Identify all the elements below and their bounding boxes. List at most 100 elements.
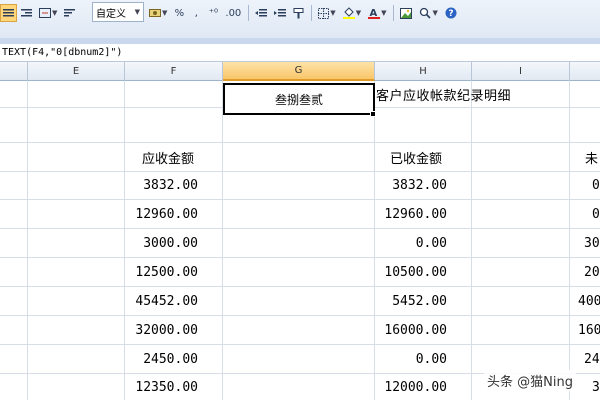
cell-h-received[interactable]: 12960.00 xyxy=(374,200,471,228)
chevron-down-icon[interactable]: ▼ xyxy=(381,9,386,17)
gridline xyxy=(27,81,28,400)
cell-h-received[interactable]: 0.00 xyxy=(374,229,471,257)
toolbar-separator xyxy=(248,5,250,21)
watermark: 头条 @猫Ning xyxy=(484,370,576,391)
help-button[interactable]: ? xyxy=(442,4,460,22)
cell-j-outstanding[interactable]: 0 xyxy=(592,172,600,199)
zoom-button[interactable]: ▼ xyxy=(416,4,440,22)
font-color-icon: A xyxy=(368,8,381,19)
gridline xyxy=(0,228,600,229)
cell-h-received[interactable]: 10500.00 xyxy=(374,258,471,286)
active-cell-g4[interactable]: 叁捌叁贰 xyxy=(223,83,375,115)
formula-bar[interactable]: TEXT(F4,"0[dbnum2]") xyxy=(0,44,600,62)
column-headers: E F G H I xyxy=(0,62,600,81)
align-right-icon xyxy=(21,9,32,17)
cell-h-received[interactable]: 3832.00 xyxy=(374,172,471,199)
cell-j-outstanding[interactable]: 3 xyxy=(592,374,600,400)
cell-f-receivable[interactable]: 12350.00 xyxy=(124,374,222,400)
cell-f-receivable[interactable]: 12500.00 xyxy=(124,258,222,286)
cell-j-outstanding[interactable]: 20 xyxy=(584,258,600,286)
cell-j-outstanding[interactable]: 160 xyxy=(578,316,600,344)
fill-handle[interactable] xyxy=(370,111,376,117)
cell-f-receivable[interactable]: 2450.00 xyxy=(124,345,222,373)
insert-picture-button[interactable] xyxy=(397,4,415,22)
column-header-f[interactable]: F xyxy=(125,62,223,81)
chevron-down-icon[interactable]: ▼ xyxy=(356,9,361,17)
increase-indent-button[interactable] xyxy=(271,4,289,22)
indent-icon xyxy=(274,9,287,17)
chevron-down-icon[interactable]: ▼ xyxy=(432,9,437,17)
cell-f-receivable[interactable]: 45452.00 xyxy=(124,287,222,315)
column-header-g[interactable]: G xyxy=(223,62,375,81)
font-color-button[interactable]: A ▼ xyxy=(365,4,389,22)
worksheet-grid[interactable]: XXXXXXXXXX公司客户应收帐款纪录明细 应收金额 已收金额 未 3832.… xyxy=(0,81,600,400)
cell-j-outstanding[interactable]: 30 xyxy=(584,229,600,257)
ribbon-toolbar: ▼ 自定义 ▼ ▼ % , ⁺⁰ .00 ▼ ▼ A ▼ ▼ ? xyxy=(0,0,600,44)
number-format-select[interactable]: 自定义 ▼ xyxy=(92,2,144,22)
align-right-button[interactable] xyxy=(18,4,35,22)
toolbar-separator xyxy=(311,5,313,21)
merge-center-button[interactable]: ▼ xyxy=(36,4,60,22)
wrap-text-icon xyxy=(64,9,76,17)
toolbar-separator xyxy=(393,5,395,21)
header-received-amount[interactable]: 已收金额 xyxy=(390,143,442,171)
active-cell-value: 叁捌叁贰 xyxy=(274,92,323,107)
cell-j-outstanding[interactable]: 0 xyxy=(592,200,600,228)
formula-text: TEXT(F4,"0[dbnum2]") xyxy=(2,47,123,58)
cell-f-receivable[interactable]: 3000.00 xyxy=(124,229,222,257)
align-justify-icon xyxy=(3,9,14,17)
column-header-j[interactable] xyxy=(570,62,600,81)
gridline xyxy=(0,286,600,287)
borders-button[interactable]: ▼ xyxy=(315,4,338,22)
number-format-value: 自定义 xyxy=(96,8,126,20)
help-icon: ? xyxy=(445,7,457,19)
merge-cells-icon xyxy=(39,8,51,18)
cell-f-receivable[interactable]: 12960.00 xyxy=(124,200,222,228)
gridline xyxy=(0,142,600,143)
chevron-down-icon[interactable]: ▼ xyxy=(330,9,335,17)
header-receivable-amount[interactable]: 应收金额 xyxy=(142,143,194,171)
cell-j-outstanding[interactable]: 24 xyxy=(584,345,600,373)
paint-bucket-icon xyxy=(342,7,355,19)
gridline xyxy=(0,199,600,200)
borders-icon xyxy=(318,7,330,19)
cell-f-receivable[interactable]: 3832.00 xyxy=(124,172,222,199)
chevron-down-icon[interactable]: ▼ xyxy=(162,9,167,17)
currency-icon xyxy=(149,9,161,17)
format-painter-icon xyxy=(293,7,304,18)
currency-format-button[interactable]: ▼ xyxy=(146,4,170,22)
wrap-text-button[interactable] xyxy=(61,4,78,22)
column-header-i[interactable]: I xyxy=(472,62,570,81)
percent-style-button[interactable]: % xyxy=(171,4,187,22)
gridline xyxy=(569,81,570,400)
svg-text:?: ? xyxy=(448,9,453,19)
gridline xyxy=(0,344,600,345)
fill-color-button[interactable]: ▼ xyxy=(340,4,364,22)
column-header-d[interactable] xyxy=(0,62,28,81)
decrease-indent-button[interactable] xyxy=(252,4,270,22)
cell-h-received[interactable]: 0.00 xyxy=(374,345,471,373)
cell-f-receivable[interactable]: 32000.00 xyxy=(124,316,222,344)
gridline xyxy=(0,171,600,172)
cell-h-received[interactable]: 5452.00 xyxy=(374,287,471,315)
gridline xyxy=(471,81,472,400)
column-header-e[interactable]: E xyxy=(28,62,125,81)
cell-h-received[interactable]: 16000.00 xyxy=(374,316,471,344)
format-painter-button[interactable] xyxy=(290,4,307,22)
header-outstanding-partial[interactable]: 未 xyxy=(585,143,598,171)
increase-decimal-button[interactable]: ⁺⁰ xyxy=(205,4,221,22)
picture-icon xyxy=(400,7,413,19)
decrease-decimal-button[interactable]: .00 xyxy=(222,4,244,22)
align-justify-button[interactable] xyxy=(0,4,17,22)
outdent-icon xyxy=(255,9,268,17)
chevron-down-icon[interactable]: ▼ xyxy=(52,9,57,17)
gridline xyxy=(222,81,223,400)
cell-h-received[interactable]: 12000.00 xyxy=(374,374,471,400)
column-header-h[interactable]: H xyxy=(375,62,472,81)
gridline xyxy=(0,257,600,258)
gridline xyxy=(0,315,600,316)
magnifier-icon xyxy=(420,7,432,19)
chevron-down-icon[interactable]: ▼ xyxy=(135,8,140,16)
cell-j-outstanding[interactable]: 400 xyxy=(578,287,600,315)
comma-style-button[interactable]: , xyxy=(188,4,204,22)
